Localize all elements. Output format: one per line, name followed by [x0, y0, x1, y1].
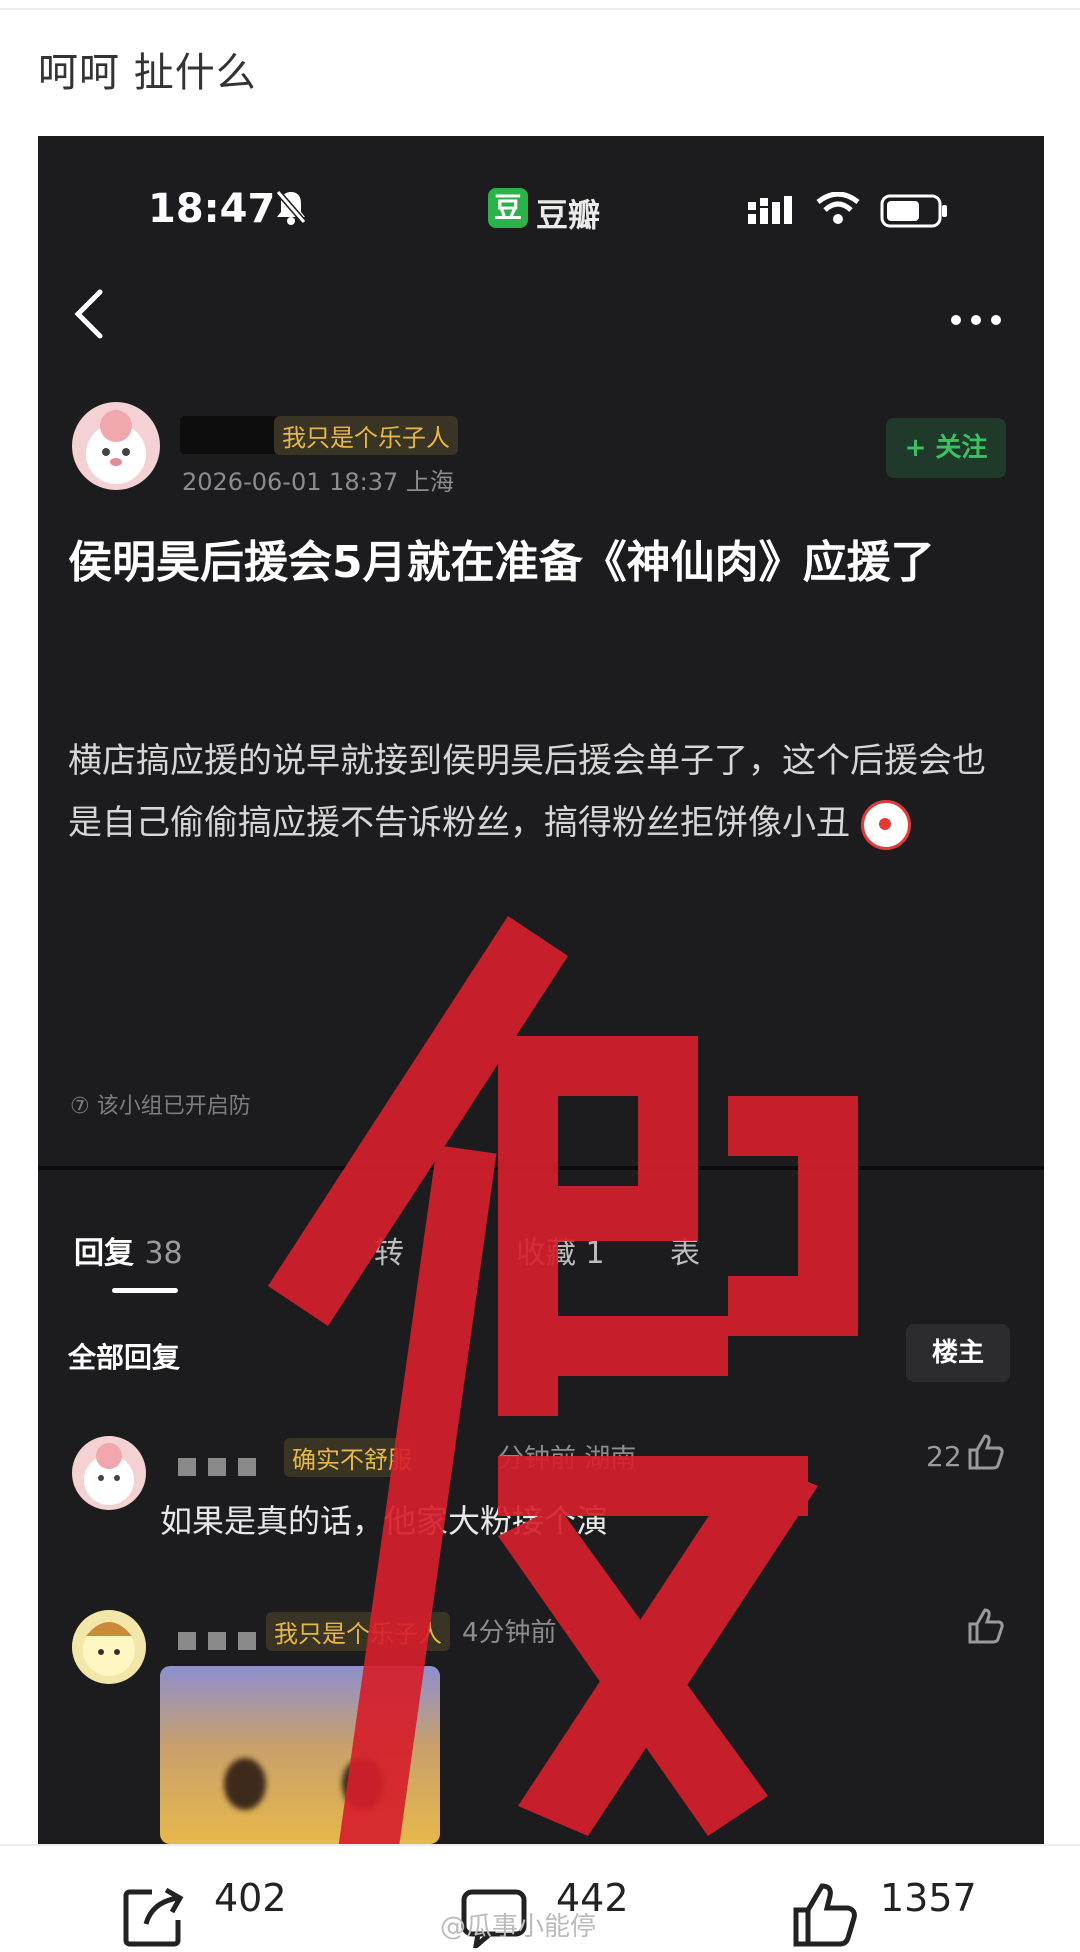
bottom-divider [0, 1844, 1080, 1846]
thumb-up-icon[interactable] [966, 1432, 1006, 1472]
app-name: 豆瓣 [536, 196, 601, 234]
post-body: 横店搞应援的说早就接到侯明昊后援会单子了，这个后援会也是自己偷偷搞应援不告诉粉丝… [68, 730, 1008, 854]
fake-stamp-mark [268, 916, 858, 1844]
share-icon[interactable] [122, 1886, 184, 1948]
comment-avatar[interactable] [72, 1610, 146, 1684]
post-title: 侯明昊后援会5月就在准备《神仙肉》应援了 [68, 537, 935, 588]
back-icon[interactable] [70, 286, 110, 342]
wifi-icon [816, 192, 860, 224]
avatar[interactable] [72, 402, 160, 490]
like-icon[interactable] [790, 1880, 860, 1950]
tab-label: 回复 [74, 1236, 134, 1271]
tab-replies[interactable]: 回复 38 [74, 1228, 183, 1272]
silent-bell-icon [275, 190, 307, 225]
username-redaction [180, 416, 280, 454]
comment-avatar[interactable] [72, 1436, 146, 1510]
follow-button[interactable]: + 关注 [886, 418, 1006, 478]
clown-emoji-icon [860, 799, 911, 850]
like-count: 1357 [880, 1876, 977, 1920]
embedded-screenshot: 18:47 豆 豆瓣 我只是个乐子人 2026-06-01 18:37 上海 +… [38, 136, 1044, 1844]
post-body-text: 横店搞应援的说早就接到侯明昊后援会单子了，这个后援会也是自己偷偷搞应援不告诉粉丝… [68, 741, 986, 843]
comment-like-count: 22 [926, 1440, 962, 1473]
app-badge: 豆 [488, 188, 528, 228]
top-divider [0, 8, 1080, 10]
signal-icon [748, 196, 792, 224]
battery-icon [880, 194, 947, 228]
user-tag: 我只是个乐子人 [274, 416, 458, 455]
filter-all-replies[interactable]: 全部回复 [68, 1336, 180, 1376]
op-only-button[interactable]: 楼主 [906, 1324, 1010, 1382]
more-icon[interactable] [950, 314, 1002, 326]
share-count: 402 [214, 1876, 287, 1920]
status-time: 18:47 [148, 186, 276, 232]
watermark: @瓜事小能停 [440, 1912, 597, 1942]
post-meta: 2026-06-01 18:37 上海 [182, 468, 454, 496]
thumb-up-icon[interactable] [966, 1606, 1006, 1646]
post-text: 呵呵 扯什么 [38, 50, 257, 96]
